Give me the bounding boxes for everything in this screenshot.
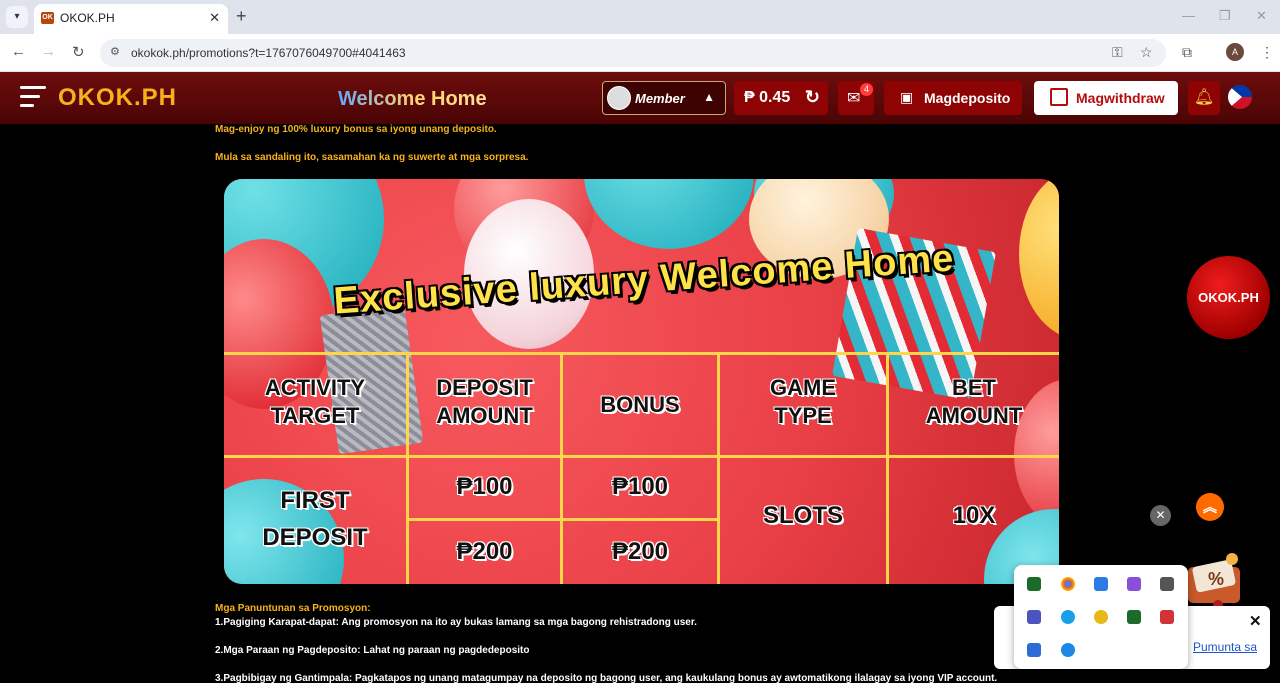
site-favicon-icon: OK [41,12,54,24]
browser-tab[interactable]: OK OKOK.PH ✕ [34,4,228,34]
member-label: Member [635,91,685,106]
deposit-label: Magdeposito [924,90,1011,106]
close-floating-icon[interactable]: ✕ [1150,505,1171,526]
rule-3: 3.Pagbibigay ng Gantimpala: Pagkatapos n… [215,673,998,683]
withdraw-label: Magwithdraw [1076,90,1165,106]
balloon-yellow [1019,179,1059,339]
bluetooth-icon[interactable] [1061,643,1075,657]
gpu-icon[interactable] [1127,610,1141,624]
restore-icon[interactable]: ❐ [1219,8,1231,24]
site-logo[interactable]: OKOK.PH [58,84,177,112]
bell-icon[interactable]: 🔔︎ [1188,81,1220,115]
member-dropdown[interactable]: Member ▲ [602,81,726,115]
rule-2: 2.Mga Paraan ng Pagdeposito: Lahat ng pa… [215,645,530,656]
address-bar[interactable]: ⚙ okokok.ph/promotions?t=1767076049700#4… [100,39,1166,67]
new-tab-icon[interactable]: + [236,6,247,27]
site-info-icon[interactable]: ⚙ [110,45,124,59]
cell-deposit-100: ₱100 [456,473,513,500]
wallet-icon: ▣ [900,89,914,105]
header-bonus: BONUS [600,392,680,417]
mail-count-badge: 4 [860,83,873,96]
people-icon[interactable] [1094,610,1108,624]
cell-bonus-100: ₱100 [611,473,669,500]
page-title: Welcome Home [338,88,487,110]
cloud-sync-icon[interactable] [1094,577,1108,591]
withdraw-button[interactable]: Magwithdraw [1034,81,1178,115]
forward-icon[interactable]: → [41,43,56,60]
defender-icon[interactable] [1027,643,1041,657]
tab-search-icon[interactable]: ▾ [6,6,28,28]
intro-line-2: Mula sa sandaling ito, sasamahan ka ng s… [215,152,529,163]
menu-icon[interactable] [20,86,46,108]
withdraw-icon [1050,88,1068,106]
svg-text:%: % [1208,569,1224,589]
copilot-icon[interactable] [1061,610,1075,624]
promo-gift-icon[interactable]: % [1180,545,1250,613]
member-avatar [607,86,631,110]
teams-icon[interactable] [1027,610,1041,624]
tab-title: OKOK.PH [60,11,115,25]
deposit-button[interactable]: ▣ Magdeposito [884,81,1022,115]
reload-icon[interactable]: ↻ [72,43,85,61]
system-tray-overflow [1014,565,1188,669]
back-icon[interactable]: ← [11,43,26,60]
bookmark-star-icon[interactable]: ☆ [1140,44,1153,61]
cell-bet-amount: 10X [952,502,996,529]
mail-button[interactable]: ✉ 4 [838,81,874,115]
header-game-type: GAME TYPE [770,375,836,428]
mail-icon: ✉ [847,90,861,107]
nvidia-icon[interactable] [1027,577,1041,591]
refresh-icon[interactable]: ↻ [805,87,820,108]
notification-link[interactable]: Pumunta sa [1193,640,1257,654]
balloon-teal-2 [584,179,754,249]
grid-line [224,352,1059,355]
window-close-icon[interactable]: ✕ [1256,8,1267,24]
header-deposit-amount: DEPOSIT AMOUNT [436,375,533,428]
header-bet-amount: BET AMOUNT [925,375,1023,428]
cell-bonus-200: ₱200 [611,538,669,565]
key-icon[interactable]: ⚿ [1112,44,1123,61]
browser-menu-icon[interactable]: ⋮ [1260,44,1274,61]
stylus-icon[interactable] [1160,577,1174,591]
cell-deposit-200: ₱200 [456,538,513,565]
app-tray-icon[interactable] [1127,577,1141,591]
intro-line-1: Mag-enjoy ng 100% luxury bonus sa iyong … [215,124,497,135]
rules-heading: Mga Panuntunan sa Promosyon: [215,603,371,614]
profile-avatar[interactable]: A [1226,43,1244,61]
browser-tabbar: ▾ OK OKOK.PH ✕ + — ❐ ✕ [0,0,1280,34]
chrome-icon[interactable] [1061,577,1075,591]
floating-logo-button[interactable]: OKOK.PH [1187,256,1270,339]
grid-line [224,455,1059,458]
scroll-top-icon[interactable]: ︽ [1196,493,1224,521]
minimize-icon[interactable]: — [1182,8,1195,23]
browser-toolbar: ← → ↻ ⚙ okokok.ph/promotions?t=176707604… [0,34,1280,72]
extensions-icon[interactable]: ⧉ [1182,44,1192,61]
rule-1: 1.Pagiging Karapat-dapat: Ang promosyon … [215,617,697,628]
close-tab-icon[interactable]: ✕ [209,10,220,26]
promotion-banner: Exclusive luxury Welcome Home ACTIVITY T… [224,179,1059,584]
philippines-flag-icon[interactable] [1228,85,1252,109]
balance-display: ₱ 0.45 ↻ [734,81,828,115]
notification-close-icon[interactable]: ✕ [1249,612,1262,630]
security-shield-icon[interactable] [1160,610,1174,624]
site-header: OKOK.PH Welcome Home Member ▲ ₱ 0.45 ↻ ✉… [0,72,1280,124]
balance-value: ₱ 0.45 [744,89,791,106]
cell-activity-target: FIRST DEPOSIT [262,487,368,552]
cell-game-type: SLOTS [762,502,843,529]
url-text[interactable]: okokok.ph/promotions?t=1767076049700#404… [131,46,406,60]
caret-up-icon: ▲ [703,90,715,104]
header-activity-target: ACTIVITY TARGET [264,375,366,428]
